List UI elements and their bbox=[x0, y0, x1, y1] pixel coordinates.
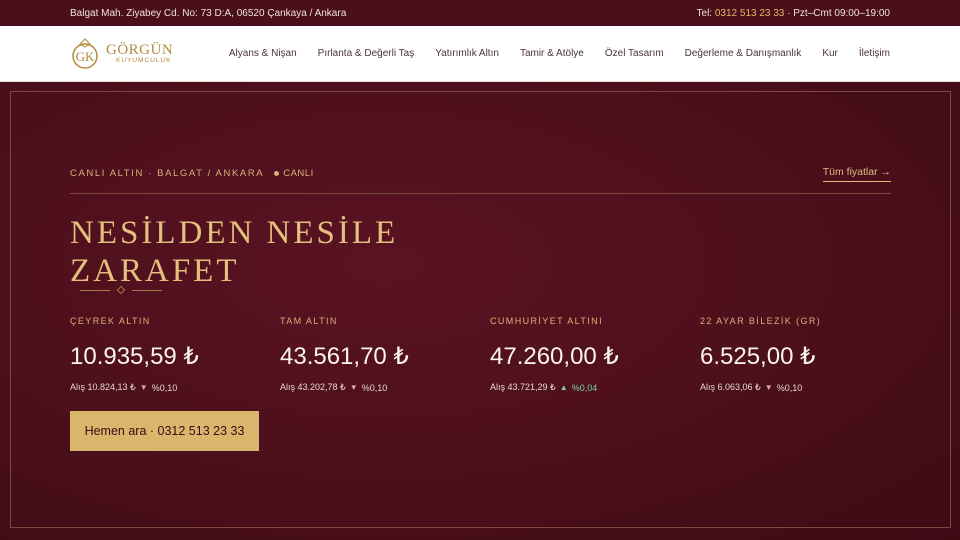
brand-logo[interactable]: GK GÖRGÜN KUYUMCULUK bbox=[70, 37, 174, 70]
hero-frame bbox=[10, 91, 951, 528]
diamond-icon bbox=[116, 285, 126, 295]
hero-section: CANLI ALTIN · BALGAT / ANKARA CANLI Tüm … bbox=[0, 82, 960, 540]
nav-item-iletisim[interactable]: İletişim bbox=[859, 48, 890, 59]
trend-down-icon: ▼ bbox=[139, 383, 148, 392]
buy-price: Alış 6.063,06 ₺ bbox=[700, 382, 761, 392]
price-change: %0,04 bbox=[571, 382, 598, 393]
call-now-button[interactable]: Hemen ara · 0312 513 23 33 bbox=[70, 411, 259, 451]
nav-item-pirlanta[interactable]: Pırlanta & Değerli Taş bbox=[318, 48, 415, 59]
nav-item-degerleme[interactable]: Değerleme & Danışmanlık bbox=[685, 48, 802, 59]
price-card-ceyrek: ÇEYREK ALTIN 10.935,59 ₺ Alış 10.824,13 … bbox=[70, 316, 280, 393]
headline-line-2: ZARAFET bbox=[70, 253, 240, 289]
price-change: %0,10 bbox=[361, 382, 388, 393]
address-text: Balgat Mah. Ziyabey Cd. No: 73 D:A, 0652… bbox=[70, 7, 347, 19]
ornament-divider bbox=[80, 285, 162, 295]
buy-price: Alış 10.824,13 ₺ bbox=[70, 382, 136, 392]
price-change: %0,10 bbox=[776, 382, 803, 393]
brand-subtitle: KUYUMCULUK bbox=[116, 56, 172, 64]
brand-name: GÖRGÜN bbox=[106, 41, 174, 58]
hero-headline: NESİLDEN NESİLE ZARAFET bbox=[70, 214, 398, 290]
main-navigation: GK GÖRGÜN KUYUMCULUK Alyans & Nişan Pırl… bbox=[0, 26, 960, 82]
price-name: CUMHURİYET ALTINI bbox=[490, 316, 603, 326]
price-value: 43.561,70 ₺ bbox=[280, 343, 409, 370]
nav-item-ozel-tasarim[interactable]: Özel Tasarım bbox=[605, 48, 664, 59]
price-name: 22 AYAR BİLEZİK (GR) bbox=[700, 316, 822, 326]
top-info-bar: Balgat Mah. Ziyabey Cd. No: 73 D:A, 0652… bbox=[0, 0, 960, 26]
nav-menu: Alyans & Nişan Pırlanta & Değerli Taş Ya… bbox=[229, 48, 890, 59]
headline-line-1: NESİLDEN NESİLE bbox=[70, 215, 399, 251]
price-value: 10.935,59 ₺ bbox=[70, 343, 199, 370]
price-name: ÇEYREK ALTIN bbox=[70, 316, 151, 326]
price-card-bilezik: 22 AYAR BİLEZİK (GR) 6.525,00 ₺ Alış 6.0… bbox=[700, 316, 910, 393]
price-name: TAM ALTIN bbox=[280, 316, 338, 326]
live-gold-header: CANLI ALTIN · BALGAT / ANKARA CANLI Tüm … bbox=[70, 166, 891, 194]
trend-up-icon: ▲ bbox=[559, 383, 568, 392]
nav-item-kur[interactable]: Kur bbox=[822, 48, 838, 59]
gold-price-list: ÇEYREK ALTIN 10.935,59 ₺ Alış 10.824,13 … bbox=[70, 316, 910, 393]
contact-info: Tel: 0312 513 23 33 · Pzt–Cmt 09:00–19:0… bbox=[697, 8, 890, 19]
live-gold-eyebrow: CANLI ALTIN · BALGAT / ANKARA bbox=[70, 168, 265, 179]
phone-link[interactable]: 0312 513 23 33 bbox=[715, 8, 785, 19]
price-card-tam: TAM ALTIN 43.561,70 ₺ Alış 43.202,78 ₺ ▼… bbox=[280, 316, 490, 393]
buy-price: Alış 43.721,29 ₺ bbox=[490, 382, 556, 392]
nav-item-alyans[interactable]: Alyans & Nişan bbox=[229, 48, 297, 59]
price-change: %0,10 bbox=[151, 382, 178, 393]
gk-monogram-icon: GK bbox=[70, 37, 104, 70]
tel-label: Tel: bbox=[696, 7, 713, 19]
price-card-cumhuriyet: CUMHURİYET ALTINI 47.260,00 ₺ Alış 43.72… bbox=[490, 316, 700, 393]
trend-down-icon: ▼ bbox=[349, 383, 358, 392]
live-dot-icon bbox=[274, 171, 280, 176]
svg-text:GK: GK bbox=[76, 49, 95, 64]
price-value: 6.525,00 ₺ bbox=[700, 343, 816, 370]
trend-down-icon: ▼ bbox=[764, 383, 773, 392]
buy-price: Alış 43.202,78 ₺ bbox=[280, 382, 346, 392]
live-label: CANLI bbox=[283, 168, 314, 179]
nav-item-tamir-atolye[interactable]: Tamir & Atölye bbox=[520, 48, 584, 59]
opening-hours: · Pzt–Cmt 09:00–19:00 bbox=[787, 7, 890, 19]
price-value: 47.260,00 ₺ bbox=[490, 343, 619, 370]
live-indicator: CANLI bbox=[274, 168, 313, 179]
all-prices-link[interactable]: Tüm fiyatlar → bbox=[822, 166, 891, 182]
nav-item-yatirimlik-altin[interactable]: Yatırımlık Altın bbox=[435, 48, 499, 59]
